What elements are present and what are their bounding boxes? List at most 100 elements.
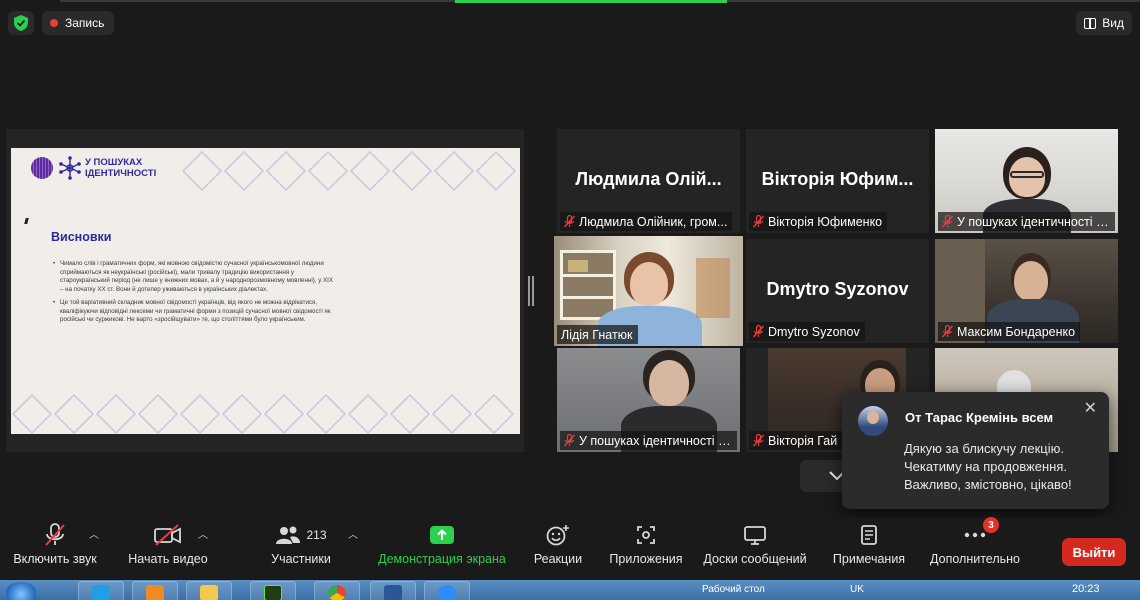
slide-title: Висновки [51,230,112,244]
participant-name: Вікторія Гай [768,433,838,448]
whiteboard-icon-wrap [743,518,767,552]
mic-muted-icon [753,325,764,338]
video-tile[interactable]: Максим Бондаренко [935,239,1118,343]
video-tile[interactable]: Вікторія Юфим... Вікторія Юфименко [746,129,929,233]
notes-icon-wrap [860,518,878,552]
participants-button[interactable]: 213 Участники [266,518,336,580]
video-off-icon [154,524,181,546]
participant-label: Лідія Гнатюк [557,325,638,344]
mic-muted-icon [942,325,953,338]
participant-label: У пошуках ідентичності (... [938,212,1115,231]
diamond-pattern-bottom [11,394,515,434]
video-tile-active-speaker[interactable]: Лідія Гнатюк [554,236,743,346]
taskbar-word[interactable] [370,581,416,600]
diamond-pattern-top [183,150,517,192]
desktop-toolbar-label[interactable]: Рабочий стол [702,584,765,595]
recording-label: Запись [65,16,105,30]
leave-button[interactable]: Выйти [1062,538,1126,566]
whiteboards-button[interactable]: Доски сообщений [700,518,810,580]
participant-label: Вікторія Гай [749,431,843,450]
mic-muted-icon [564,215,575,228]
apps-icon-wrap [636,518,656,552]
mute-icon-wrap [44,518,66,552]
language-indicator[interactable]: UK [850,584,864,595]
chat-message-line: Чекатиму на продовження. [904,459,1067,474]
chevron-up-icon[interactable]: ︿ [198,526,208,541]
participant-label: Людмила Олійник, гром... [560,212,733,231]
mic-muted-icon [753,215,764,228]
chat-sender: От Тарас Кремінь всем [905,410,1054,425]
more-label: Дополнительно [930,552,1020,566]
video-tile[interactable]: Людмила Олій... Людмила Олійник, гром... [557,129,740,233]
presentation-slide: У ПОШУКАХ ІДЕНТИЧНОСТІ Висновки Чимало с… [11,148,520,434]
notification-badge: 3 [983,517,999,533]
participant-big-name: Dmytro Syzonov [766,279,909,299]
windows-start-icon[interactable] [6,582,36,600]
view-button[interactable]: Вид [1076,11,1132,35]
taskbar-zoom[interactable] [424,581,470,600]
participant-label: Dmytro Syzonov [749,322,865,341]
folder-icon [200,585,218,600]
more-dots-icon [964,532,986,538]
notes-label: Примечания [832,552,906,566]
chrome-icon [328,585,346,600]
participant-count: 213 [306,528,327,542]
video-tile[interactable]: У пошуках ідентичності (... [935,129,1118,233]
shared-screen[interactable]: У ПОШУКАХ ІДЕНТИЧНОСТІ Висновки Чимало с… [6,129,524,452]
participant-name: Людмила Олійник, гром... [579,214,728,229]
logo-line-1: У ПОШУКАХ [85,157,143,168]
participant-label: Вікторія Юфименко [749,212,888,231]
notes-button[interactable]: Примечания [830,518,908,580]
unmute-button[interactable]: Включить звук [10,518,100,580]
slide-bullet: Це той варіативний складник мовної свідо… [53,299,333,325]
video-tile[interactable]: Dmytro Syzonov Dmytro Syzonov [746,239,929,343]
chat-message: Дякую за блискучу лекцію. Чекатиму на пр… [904,440,1072,494]
mouse-cursor [24,218,29,224]
participant-big-name: Людмила Олій... [575,169,722,189]
logo-text: У ПОШУКАХ ІДЕНТИЧНОСТІ [85,157,175,179]
participants-icon [276,526,301,544]
whiteboard-icon [744,526,766,545]
taskbar-clock[interactable]: 20:23 [1072,583,1100,595]
logo-circle-icon [31,157,53,179]
whiteboards-label: Доски сообщений [703,552,807,566]
chat-message-line: Важливо, змістовно, цікаво! [904,477,1072,492]
grid-view-icon [1084,17,1097,29]
share-screen-button[interactable]: Демонстрация экрана [374,518,510,580]
panel-splitter-handle[interactable] [528,276,534,306]
taskbar-explorer[interactable] [186,581,232,600]
video-tile[interactable]: У пошуках ідентичності (... [557,348,740,452]
chat-notification[interactable]: От Тарас Кремінь всем ✕ Дякую за блискуч… [842,392,1109,509]
logo-line-2: ІДЕНТИЧНОСТІ [85,168,157,179]
reactions-button[interactable]: Реакции [528,518,588,580]
taskbar-dreamweaver[interactable] [250,581,296,600]
record-dot-icon [50,19,58,27]
reactions-icon-wrap [546,518,570,552]
meeting-top-bar: Запись Вид [0,0,1140,44]
skype-icon [92,585,110,600]
taskbar-skype[interactable] [78,581,124,600]
apps-icon [637,526,655,544]
participant-label: У пошуках ідентичності (... [560,431,737,450]
participant-label: Максим Бондаренко [938,322,1081,341]
video-icon-wrap [154,518,182,552]
chevron-up-icon[interactable]: ︿ [89,526,99,541]
recording-indicator[interactable]: Запись [42,11,115,35]
close-icon[interactable]: ✕ [1084,398,1097,418]
apps-button[interactable]: Приложения [604,518,688,580]
share-screen-icon [430,526,454,544]
chevron-up-icon[interactable]: ︿ [348,526,358,541]
taskbar-chrome[interactable] [314,581,360,600]
taskbar-app-orange[interactable] [132,581,178,600]
share-icon-wrap [429,518,455,552]
meeting-toolbar: Включить звук ︿ Начать видео ︿ 213 Участ… [0,517,1140,580]
mic-muted-icon [564,434,575,447]
security-shield-button[interactable] [8,11,34,35]
participants-label: Участники [271,552,331,566]
share-indicator-line [455,0,727,3]
dreamweaver-icon [264,585,282,600]
more-button[interactable]: 3 Дополнительно [926,517,1024,580]
participant-name: Вікторія Юфименко [768,214,883,229]
apps-label: Приложения [609,552,683,566]
more-icon-wrap: 3 [964,517,999,552]
